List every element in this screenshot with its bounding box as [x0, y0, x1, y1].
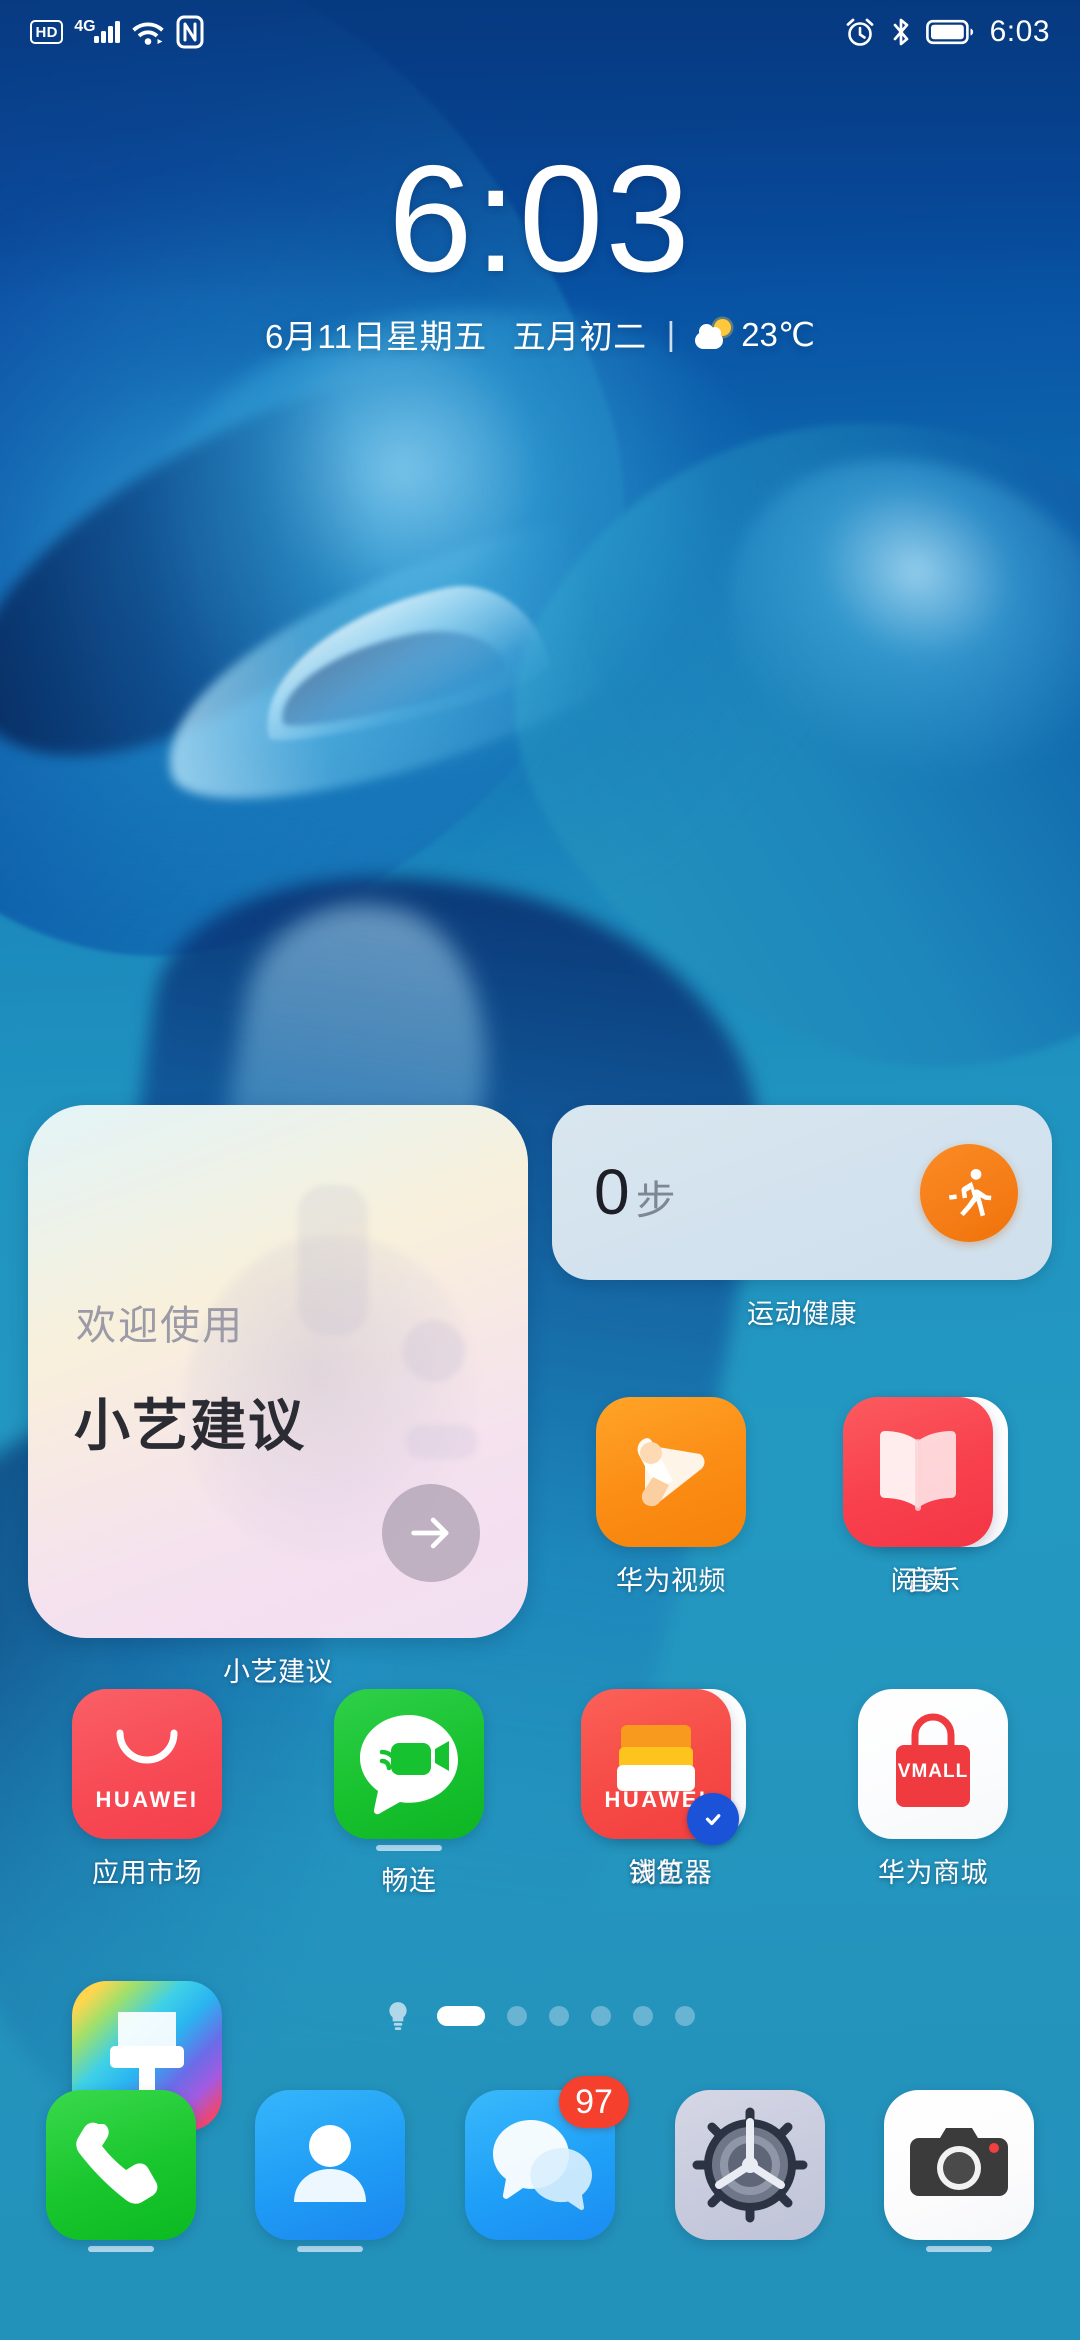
app-label-appgallery: 应用市场: [92, 1858, 202, 1888]
verified-shield-icon: [687, 1793, 739, 1845]
messages-unread-badge: 97: [558, 2076, 629, 2128]
nfc-icon: [176, 15, 204, 49]
signal-bars-icon: 4G: [74, 18, 121, 43]
arrow-right-icon[interactable]: [382, 1484, 480, 1582]
page-dot-2[interactable]: [507, 2006, 527, 2026]
page-dot-4[interactable]: [591, 2006, 611, 2026]
hd-icon: HD: [30, 20, 64, 44]
page-indicator[interactable]: [0, 2000, 1080, 2032]
messages-tile-wrap: 97: [464, 2076, 629, 2240]
meetime-underbar: [376, 1845, 442, 1851]
page-dot-5[interactable]: [633, 2006, 653, 2026]
huawei-video-play-icon[interactable]: [596, 1397, 746, 1547]
clock-widget[interactable]: 6:03 6月11日星期五 五月初二 | 23℃: [0, 140, 1080, 358]
app-label-reading: 阅读: [890, 1566, 946, 1596]
clock-subline: 6月11日星期五 五月初二 | 23℃: [0, 310, 1080, 358]
status-bar-left-group: HD 4G: [30, 15, 204, 49]
signal-bar-2: [101, 31, 107, 43]
dock: 97: [0, 2076, 1080, 2310]
app-label-vmall: 华为商城: [878, 1858, 988, 1888]
xiaoyi-ghost-shape-3: [403, 1320, 465, 1382]
health-step-count: 0: [594, 1155, 630, 1228]
app-cell-health: 0 步 运动健康: [540, 1105, 1064, 1397]
clock-divider: |: [666, 315, 676, 353]
camera-underbar: [926, 2246, 993, 2252]
contacts-underbar: [297, 2246, 364, 2252]
camera-icon[interactable]: [884, 2090, 1035, 2240]
app-cell-reading[interactable]: 阅读: [828, 1397, 1008, 1598]
network-type-label: 4G: [74, 18, 96, 35]
app-label-huawei-video: 华为视频: [616, 1566, 726, 1596]
open-book-icon[interactable]: [843, 1397, 993, 1547]
phone-handset-icon[interactable]: [45, 2090, 196, 2240]
health-steps-widget[interactable]: 0 步: [552, 1105, 1052, 1280]
app-label-wallet: 钱包: [628, 1858, 684, 1888]
xiaoyi-ghost-shape-4: [406, 1425, 478, 1459]
dock-item-camera[interactable]: [854, 2090, 1064, 2310]
page-dot-3[interactable]: [549, 2006, 569, 2026]
dock-item-messages[interactable]: 97: [435, 2076, 645, 2310]
vmall-wordmark: VMALL: [897, 1761, 969, 1782]
clock-lunar: 五月初二: [512, 318, 647, 356]
phone-underbar: [87, 2246, 154, 2252]
huawei-appgallery-icon[interactable]: HUAWEI: [72, 1689, 222, 1839]
dock-item-phone[interactable]: [16, 2090, 226, 2310]
page-dot-6[interactable]: [675, 2006, 695, 2026]
alarm-icon: [846, 18, 874, 46]
signal-bar-4: [115, 21, 121, 43]
signal-bar-1: [94, 36, 100, 43]
running-person-icon: [920, 1143, 1018, 1242]
app-cell-meetime[interactable]: 畅连: [278, 1689, 540, 1981]
status-bar-clock: 6:03: [989, 15, 1050, 48]
lightbulb-icon[interactable]: [385, 2000, 411, 2032]
contacts-person-icon[interactable]: [255, 2090, 406, 2240]
health-steps-readout: 0 步: [594, 1160, 676, 1226]
xiaoyi-title-text: 小艺建议: [74, 1394, 306, 1457]
wallet-tile-wrap: HUAWEI: [581, 1689, 739, 1845]
wifi-icon: [132, 22, 164, 45]
health-step-unit: 步: [635, 1178, 676, 1223]
status-bar-right-group: 6:03: [844, 15, 1050, 49]
app-label-health: 运动健康: [747, 1299, 857, 1329]
app-label-meetime: 畅连: [381, 1866, 437, 1896]
signal-bar-3: [108, 26, 114, 43]
dock-item-settings[interactable]: [645, 2090, 855, 2310]
weather-temperature: 23℃: [741, 315, 815, 353]
xiaoyi-ghost-shape-2: [298, 1185, 368, 1335]
clock-time: 6:03: [388, 134, 692, 304]
meetime-video-chat-icon[interactable]: [334, 1689, 484, 1839]
bluetooth-icon: [893, 18, 908, 46]
xiaoyi-suggestion-widget[interactable]: 欢迎使用 小艺建议: [28, 1105, 528, 1638]
appgallery-wordmark: HUAWEI: [95, 1787, 199, 1812]
dock-item-contacts[interactable]: [226, 2090, 436, 2310]
app-label-xiaoyi: 小艺建议: [223, 1657, 333, 1687]
meetime-tile-wrap: [334, 1689, 484, 1839]
settings-gear-icon[interactable]: [674, 2090, 825, 2240]
page-dot-1[interactable]: [437, 2006, 485, 2026]
app-cell-appgallery[interactable]: HUAWEI 应用市场: [16, 1689, 278, 1981]
battery-icon: [925, 19, 973, 45]
clock-date: 6月11日星期五: [265, 318, 487, 356]
status-bar: HD 4G 6:03: [0, 0, 1080, 64]
vmall-bag-icon[interactable]: VMALL: [858, 1689, 1008, 1839]
app-cell-huawei-video[interactable]: 华为视频: [540, 1397, 802, 1689]
app-cell-wallet[interactable]: HUAWEI 钱包: [566, 1689, 746, 1890]
weather-group[interactable]: 23℃: [695, 315, 815, 354]
app-cell-vmall[interactable]: VMALL 华为商城: [802, 1689, 1064, 1981]
app-cell-xiaoyi: 欢迎使用 小艺建议 小艺建议: [16, 1105, 540, 1689]
partly-cloudy-icon: [695, 319, 733, 350]
xiaoyi-welcome-text: 欢迎使用: [76, 1304, 244, 1348]
